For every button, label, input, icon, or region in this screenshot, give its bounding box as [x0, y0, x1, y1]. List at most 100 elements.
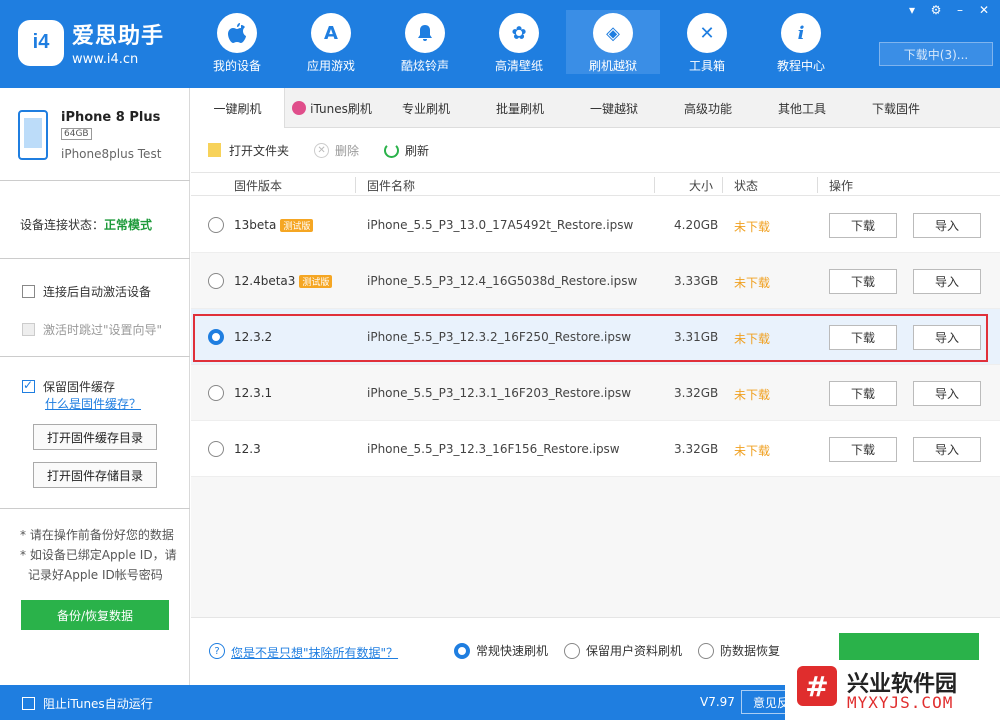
- col-status: 状态: [734, 179, 759, 193]
- apple-icon: [217, 13, 257, 53]
- logo-icon: i4: [18, 19, 64, 66]
- divider: [0, 180, 190, 181]
- nav-label: 高清壁纸: [494, 59, 543, 73]
- backup-restore-button[interactable]: 备份/恢复数据: [21, 600, 169, 630]
- nav-flash-jailbreak[interactable]: ◈ 刷机越狱: [566, 10, 660, 74]
- col-size: 大小: [689, 179, 714, 193]
- firmware-list: 13beta 测试版 iPhone_5.5_P3_13.0_17A5492t_Re…: [191, 197, 1000, 477]
- firmware-size: 3.31GB: [674, 330, 719, 344]
- download-button[interactable]: 下载: [829, 213, 897, 238]
- row-radio[interactable]: [208, 329, 224, 345]
- nav-tutorials[interactable]: i 教程中心: [754, 10, 848, 74]
- firmware-status: 未下载: [734, 332, 771, 346]
- keep-data-radio[interactable]: [564, 642, 580, 659]
- device-name: iPhone 8 Plus: [61, 110, 161, 125]
- download-button[interactable]: 下载: [829, 437, 897, 462]
- keep-cache-checkbox[interactable]: [22, 378, 35, 393]
- row-radio[interactable]: [208, 441, 224, 457]
- connection-status: 设备连接状态：正常模式: [20, 216, 152, 233]
- keep-cache-option[interactable]: 保留固件缓存: [22, 378, 115, 395]
- what-is-cache-link[interactable]: 什么是固件缓存？: [45, 395, 141, 412]
- phone-icon: [18, 110, 48, 160]
- nav-toolbox[interactable]: ✕ 工具箱: [660, 10, 754, 74]
- download-status-button[interactable]: 下载中(3)...: [879, 42, 993, 66]
- tab-one-click-flash[interactable]: 一键刷机: [191, 88, 285, 128]
- box-icon: ◈: [593, 13, 633, 53]
- divider: [0, 356, 190, 357]
- row-radio[interactable]: [208, 385, 224, 401]
- refresh-button[interactable]: 刷新: [384, 142, 429, 159]
- erase-all-link[interactable]: 您是不是只想"抹除所有数据"？: [231, 644, 398, 661]
- auto-activate-option[interactable]: 连接后自动激活设备: [22, 283, 151, 300]
- table-row[interactable]: 12.3.2 iPhone_5.5_P3_12.3.2_16F250_Resto…: [191, 309, 1000, 365]
- fast-flash-radio[interactable]: [454, 642, 470, 659]
- row-radio[interactable]: [208, 217, 224, 233]
- bell-icon: [405, 13, 445, 53]
- tab-other-tools[interactable]: 其他工具: [755, 88, 849, 128]
- tab-itunes-flash[interactable]: iTunes刷机: [285, 88, 379, 128]
- auto-activate-checkbox[interactable]: [22, 285, 35, 298]
- delete-label: 删除: [335, 143, 360, 158]
- divider: [0, 508, 190, 509]
- open-folder-button[interactable]: 打开文件夹: [208, 142, 289, 159]
- tab-download-firmware[interactable]: 下载固件: [849, 88, 943, 128]
- anti-recovery-label: 防数据恢复: [720, 644, 781, 658]
- download-button[interactable]: 下载: [829, 325, 897, 350]
- col-version: 固件版本: [234, 179, 283, 193]
- skip-setup-label: 激活时跳过"设置向导": [43, 323, 163, 337]
- sidebar: iPhone 8 Plus 64GB iPhone8plus Test 设备连接…: [0, 88, 190, 685]
- tab-label: iTunes刷机: [310, 101, 372, 116]
- connection-label: 设备连接状态：: [20, 218, 105, 232]
- col-divider: [654, 177, 655, 193]
- app-title: 爱思助手: [72, 24, 165, 49]
- table-row[interactable]: 12.3.1 iPhone_5.5_P3_12.3.1_16F203_Resto…: [191, 365, 1000, 421]
- download-button[interactable]: 下载: [829, 269, 897, 294]
- tab-advanced[interactable]: 高级功能: [661, 88, 755, 128]
- settings-icon[interactable]: ⚙: [928, 3, 944, 17]
- import-button[interactable]: 导入: [913, 325, 981, 350]
- firmware-name: iPhone_5.5_P3_13.0_17A5492t_Restore.ipsw: [367, 218, 634, 232]
- firmware-name: iPhone_5.5_P3_12.3.2_16F250_Restore.ipsw: [367, 330, 632, 344]
- close-icon[interactable]: ✕: [976, 3, 992, 17]
- open-cache-dir-button[interactable]: 打开固件缓存目录: [33, 424, 157, 450]
- firmware-size: 4.20GB: [674, 218, 719, 232]
- import-button[interactable]: 导入: [913, 213, 981, 238]
- minimize-icon[interactable]: –: [952, 3, 968, 17]
- itunes-icon: [292, 101, 307, 115]
- firmware-size: 3.32GB: [674, 442, 719, 456]
- version-text: 13beta: [234, 218, 277, 232]
- nav-wallpapers[interactable]: ✿ 高清壁纸: [472, 10, 566, 74]
- skin-icon[interactable]: ▾: [904, 3, 920, 17]
- beta-badge: 测试版: [280, 219, 314, 232]
- skip-setup-option: 激活时跳过"设置向导": [22, 321, 162, 338]
- nav-apps-games[interactable]: A 应用游戏: [284, 10, 378, 74]
- import-button[interactable]: 导入: [913, 269, 981, 294]
- option-fast-flash[interactable]: 常规快速刷机: [454, 642, 548, 659]
- note-line: 记录好Apple ID帐号密码: [28, 568, 163, 582]
- import-button[interactable]: 导入: [913, 381, 981, 406]
- tab-batch-flash[interactable]: 批量刷机: [473, 88, 567, 128]
- watermark-url: MYXYJS.COM: [847, 693, 954, 712]
- option-keep-data[interactable]: 保留用户资料刷机: [564, 642, 682, 659]
- firmware-name: iPhone_5.5_P3_12.4_16G5038d_Restore.ipsw: [367, 274, 638, 288]
- nav-ringtones[interactable]: 酷炫铃声: [378, 10, 472, 74]
- anti-recovery-radio[interactable]: [698, 642, 714, 659]
- divider: [0, 258, 190, 259]
- info-icon: i: [781, 13, 821, 53]
- block-itunes-checkbox[interactable]: [22, 697, 35, 710]
- nav-my-device[interactable]: 我的设备: [190, 10, 284, 74]
- row-radio[interactable]: [208, 273, 224, 289]
- block-itunes-option[interactable]: 阻止iTunes自动运行: [22, 695, 153, 712]
- download-button[interactable]: 下载: [829, 381, 897, 406]
- connection-value: 正常模式: [104, 218, 153, 232]
- tab-pro-flash[interactable]: 专业刷机: [379, 88, 473, 128]
- tab-one-click-jailbreak[interactable]: 一键越狱: [567, 88, 661, 128]
- import-button[interactable]: 导入: [913, 437, 981, 462]
- block-itunes-label: 阻止iTunes自动运行: [43, 697, 153, 711]
- table-row[interactable]: 12.3 iPhone_5.5_P3_12.3_16F156_Restore.i…: [191, 421, 1000, 477]
- table-row[interactable]: 13beta 测试版 iPhone_5.5_P3_13.0_17A5492t_Re…: [191, 197, 1000, 253]
- option-anti-recovery[interactable]: 防数据恢复: [698, 642, 780, 659]
- open-store-dir-button[interactable]: 打开固件存储目录: [33, 462, 157, 488]
- nav-label: 酷炫铃声: [400, 59, 449, 73]
- table-row[interactable]: 12.4beta3 测试版 iPhone_5.5_P3_12.4_16G5038d…: [191, 253, 1000, 309]
